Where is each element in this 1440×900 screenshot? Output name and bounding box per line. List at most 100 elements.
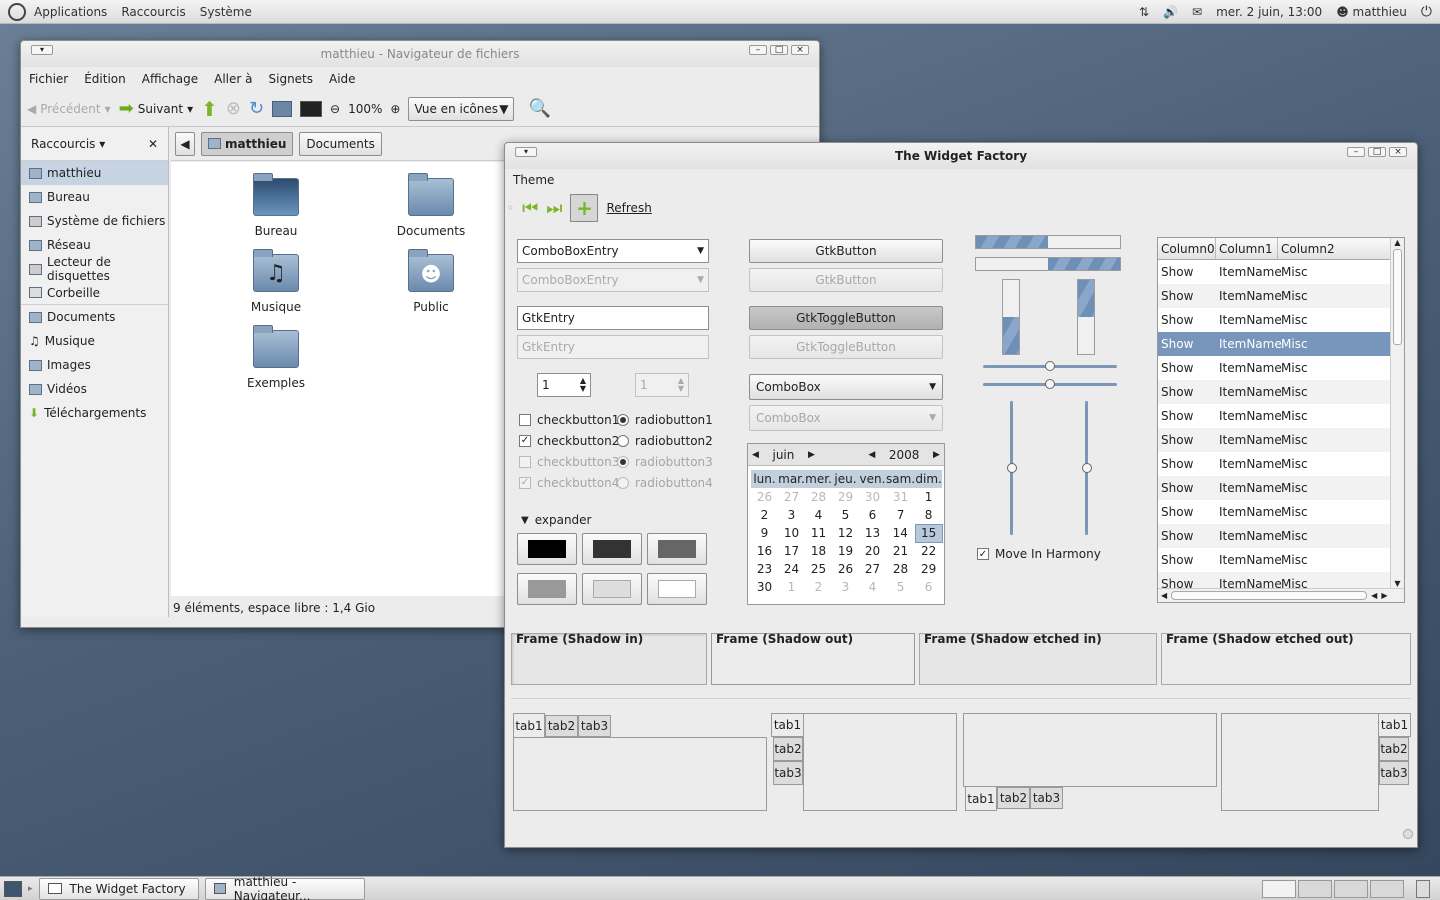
scroll-left-arrow-icon[interactable]: ◀ <box>1371 591 1377 600</box>
sidebar-item-documents[interactable]: Documents <box>21 305 168 329</box>
checkbutton1[interactable]: checkbutton1 <box>519 413 619 427</box>
scroll-left-arrow-icon[interactable]: ◀ <box>1161 591 1167 600</box>
minimize-button[interactable]: – <box>749 45 767 55</box>
spin-arrows-icon[interactable]: ▲ ▼ <box>580 377 586 393</box>
tree-row[interactable]: Show ItemName Misc <box>1158 500 1392 524</box>
color-swatch-white[interactable] <box>647 573 707 605</box>
last-arrow-icon[interactable]: ⏭ <box>546 198 562 219</box>
tree-row[interactable]: Show ItemName Misc <box>1158 428 1392 452</box>
expander[interactable]: ▼ expander <box>521 513 592 527</box>
power-icon[interactable]: ⏻ <box>1421 4 1432 20</box>
up-arrow-icon[interactable]: ⬆ <box>201 97 218 121</box>
sidebar-item-trash[interactable]: Corbeille <box>21 281 168 305</box>
sidebar-item-matthieu[interactable]: matthieu <box>21 161 168 185</box>
radiobutton1[interactable]: radiobutton1 <box>617 413 713 427</box>
column-header-0[interactable]: Column0 <box>1158 238 1216 259</box>
tree-row[interactable]: Show ItemName Misc <box>1158 452 1392 476</box>
calendar-grid[interactable]: lun. mar. mer. jeu. ven. sam. dim. 26 27 28 29 30 3… <box>751 470 943 596</box>
tab-left-1[interactable]: tab1 <box>771 713 803 737</box>
tab-bottom-1[interactable]: tab1 <box>965 787 997 811</box>
theme-menu[interactable]: Theme <box>513 173 554 187</box>
home-folder-icon[interactable] <box>272 100 293 117</box>
zoom-in-icon[interactable]: ⊕ <box>390 102 400 116</box>
maximize-button[interactable]: □ <box>770 45 788 55</box>
color-swatch-lightgray[interactable] <box>582 573 642 605</box>
mail-icon[interactable]: ✉ <box>1192 5 1202 19</box>
system-menu[interactable]: Système <box>200 5 252 19</box>
spin-button[interactable]: 1 ▲ ▼ <box>537 373 591 397</box>
computer-icon[interactable] <box>300 100 323 117</box>
tab-top-2[interactable]: tab2 <box>545 715 578 737</box>
applications-menu[interactable]: Applications <box>34 5 107 19</box>
icon-public[interactable]: ☻ Public <box>381 249 481 314</box>
tab-left-3[interactable]: tab3 <box>773 761 803 785</box>
sidebar-item-music[interactable]: ♫ Musique <box>21 329 168 353</box>
tree-row[interactable]: Show ItemName Misc <box>1158 548 1392 572</box>
tree-row[interactable]: Show ItemName Misc <box>1158 260 1392 284</box>
distro-logo-icon[interactable] <box>8 2 26 21</box>
scroll-up-arrow-icon[interactable]: ▲ <box>1391 238 1404 247</box>
close-button[interactable]: × <box>791 45 809 55</box>
tab-top-1[interactable]: tab1 <box>513 713 545 737</box>
close-sidebar-icon[interactable]: ✕ <box>148 137 158 151</box>
reload-icon[interactable]: ↻ <box>249 98 264 119</box>
gtk-entry[interactable]: GtkEntry <box>517 306 709 330</box>
zoom-out-icon[interactable]: ⊖ <box>330 102 340 116</box>
tab-left-2[interactable]: tab2 <box>773 737 803 761</box>
menu-aller[interactable]: Aller à <box>214 72 252 86</box>
horizontal-scrollbar[interactable]: ◀ ◀ ▶ <box>1158 588 1404 602</box>
stop-icon[interactable]: ⊗ <box>226 98 241 119</box>
color-swatch-gray[interactable] <box>647 533 707 565</box>
minimize-button[interactable]: – <box>1347 147 1365 157</box>
tab-right-1[interactable]: tab1 <box>1379 713 1411 737</box>
combobox[interactable]: ComboBox ▼ <box>749 374 943 400</box>
icon-bureau[interactable]: Bureau <box>226 173 326 238</box>
view-mode-select[interactable]: Vue en icônes ▼ <box>408 96 515 121</box>
hscale-1-knob[interactable] <box>1045 361 1055 371</box>
radiobutton2[interactable]: radiobutton2 <box>617 434 713 448</box>
tree-row[interactable]: Show ItemName Misc <box>1158 332 1392 356</box>
workspace-2[interactable] <box>1298 879 1332 898</box>
widget-factory-titlebar[interactable]: ▾ The Widget Factory – □ × <box>505 143 1417 169</box>
path-segment-documents[interactable]: Documents <box>299 131 382 156</box>
combobox-entry[interactable]: ComboBoxEntry ▼ <box>517 239 709 263</box>
add-button[interactable]: + <box>570 194 599 222</box>
sidebar-item-floppy[interactable]: Lecteur de disquettes <box>21 255 168 283</box>
menu-edition[interactable]: Édition <box>84 72 126 86</box>
resize-grip-icon[interactable] <box>1403 829 1413 839</box>
network-icon[interactable]: ⇅ <box>1139 5 1149 19</box>
back-button[interactable]: ◀ Précédent ▾ <box>27 102 111 116</box>
tab-top-3[interactable]: tab3 <box>578 715 611 737</box>
search-icon[interactable]: 🔍 <box>528 98 550 119</box>
prev-year-icon[interactable]: ◀ <box>868 450 875 460</box>
gtk-toggle-button[interactable]: GtkToggleButton <box>749 306 943 330</box>
tab-right-3[interactable]: tab3 <box>1379 761 1409 785</box>
menu-affichage[interactable]: Affichage <box>142 72 198 86</box>
tree-row[interactable]: Show ItemName Misc <box>1158 356 1392 380</box>
refresh-button[interactable]: Refresh <box>606 201 651 215</box>
path-back-button[interactable]: ◀ <box>175 131 195 156</box>
sidebar-item-images[interactable]: Images <box>21 353 168 377</box>
icon-documents[interactable]: Documents <box>381 173 481 238</box>
file-manager-titlebar[interactable]: ▾ matthieu - Navigateur de fichiers – □ × <box>21 41 819 67</box>
task-file-manager[interactable]: matthieu - Navigateur... <box>204 875 365 900</box>
clock[interactable]: mer. 2 juin, 13:00 <box>1216 5 1322 19</box>
sidebar-item-network[interactable]: Réseau <box>21 233 168 257</box>
menu-signets[interactable]: Signets <box>269 72 314 86</box>
next-month-icon[interactable]: ▶ <box>808 450 815 460</box>
workspace-4[interactable] <box>1370 879 1404 898</box>
icon-musique[interactable]: ♫ Musique <box>226 249 326 314</box>
sidebar-item-downloads[interactable]: ⬇ Téléchargements <box>21 401 168 425</box>
maximize-button[interactable]: □ <box>1368 147 1386 157</box>
menu-aide[interactable]: Aide <box>329 72 356 86</box>
sidebar-item-videos[interactable]: Vidéos <box>21 377 168 401</box>
window-menu-button[interactable]: ▾ <box>515 147 537 157</box>
first-arrow-icon[interactable]: ⏮ <box>522 198 538 219</box>
color-swatch-black[interactable] <box>517 533 577 565</box>
scroll-down-arrow-icon[interactable]: ▼ <box>1391 579 1404 588</box>
trash-icon[interactable] <box>1416 879 1430 898</box>
forward-button[interactable]: ➡ Suivant ▾ <box>119 98 193 119</box>
column-header-2[interactable]: Column2 <box>1278 238 1392 259</box>
menu-fichier[interactable]: Fichier <box>29 72 68 86</box>
hscale-2-knob[interactable] <box>1045 379 1055 389</box>
